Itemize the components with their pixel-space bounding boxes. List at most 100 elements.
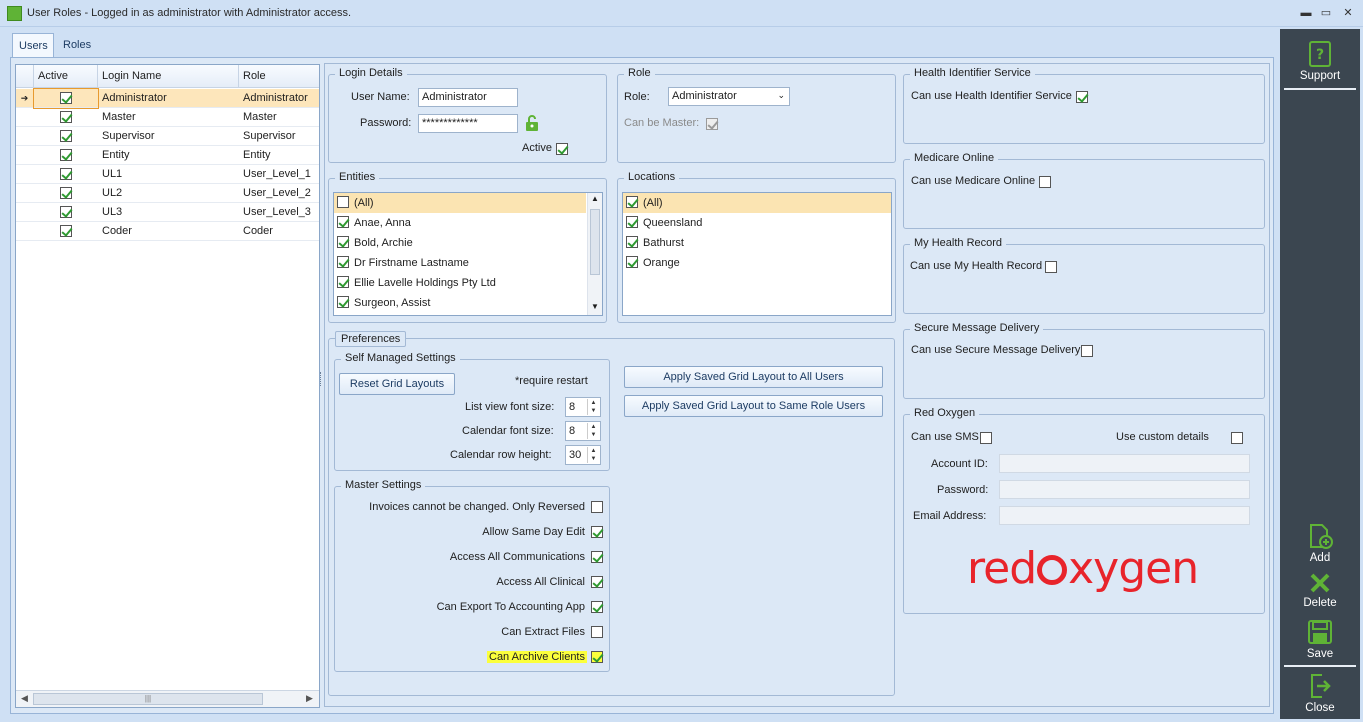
entity-list-item[interactable]: Anae, Anna [334,213,586,233]
location-list-item[interactable]: (All) [623,193,891,213]
his-checkbox[interactable] [1076,91,1088,104]
row-active-checkbox[interactable] [60,149,72,162]
entity-checkbox[interactable] [337,296,349,309]
spin-down-icon[interactable]: ▼ [588,455,599,463]
reset-grid-layouts-button[interactable]: Reset Grid Layouts [339,373,455,395]
master-setting-checkbox[interactable] [591,526,603,538]
scroll-thumb[interactable] [590,209,600,275]
master-setting-checkbox[interactable] [591,501,603,513]
row-active-cell[interactable] [34,165,98,184]
spin-down-icon[interactable]: ▼ [588,407,599,415]
table-row[interactable]: Coder Coder [16,222,319,241]
row-active-checkbox[interactable] [60,206,72,219]
entity-checkbox[interactable] [337,196,349,209]
table-row[interactable]: Supervisor Supervisor [16,127,319,146]
chevron-down-icon[interactable]: ⌄ [777,90,785,101]
spin-up-icon[interactable]: ▲ [588,399,599,407]
master-setting-checkbox[interactable] [591,551,603,563]
location-list-item[interactable]: Queensland [623,213,891,233]
active-checkbox[interactable] [556,143,568,156]
apply-layout-all-users-button[interactable]: Apply Saved Grid Layout to All Users [624,366,883,388]
entity-list-item[interactable]: Ellie Lavelle Holdings Pty Ltd [334,273,586,293]
splitter-grip[interactable] [320,372,323,386]
table-row[interactable]: Entity Entity [16,146,319,165]
row-active-checkbox[interactable] [60,92,72,105]
entity-list-item[interactable]: Dr Firstname Lastname [334,253,586,273]
row-active-checkbox[interactable] [60,130,72,143]
spin-up-icon[interactable]: ▲ [588,447,599,455]
email-address-input[interactable] [999,506,1250,525]
unlock-icon[interactable] [525,114,539,132]
medicare-checkbox[interactable] [1039,176,1051,189]
row-active-cell[interactable] [34,222,98,241]
close-window-button[interactable]: ✕ [1340,6,1356,20]
row-active-cell[interactable] [34,146,98,165]
scroll-thumb[interactable]: ||| [33,693,263,705]
account-id-input[interactable] [999,454,1250,473]
tab-users[interactable]: Users [12,33,54,58]
redox-password-input[interactable] [999,480,1250,499]
column-header-active[interactable]: Active [34,65,98,88]
calendar-row-height-stepper[interactable]: 30 ▲ ▼ [565,445,601,465]
row-active-cell[interactable] [34,108,98,127]
location-list-item[interactable]: Orange [623,253,891,273]
table-row[interactable]: Master Master [16,108,319,127]
password-input[interactable]: ************* [418,114,518,133]
location-checkbox[interactable] [626,236,638,249]
save-button[interactable]: Save [1280,619,1360,660]
role-select[interactable]: Administrator ⌄ [668,87,790,106]
location-checkbox[interactable] [626,216,638,229]
row-active-cell[interactable] [33,88,99,109]
column-header-role[interactable]: Role [239,65,319,88]
master-setting-checkbox[interactable] [591,576,603,588]
scroll-down-icon[interactable]: ▼ [591,302,599,311]
mhr-checkbox[interactable] [1045,261,1057,274]
location-checkbox[interactable] [626,196,638,209]
row-active-checkbox[interactable] [60,168,72,181]
entity-checkbox[interactable] [337,236,349,249]
horizontal-scrollbar[interactable]: ◀ ||| ▶ [16,690,319,707]
row-active-checkbox[interactable] [60,187,72,200]
apply-layout-same-role-button[interactable]: Apply Saved Grid Layout to Same Role Use… [624,395,883,417]
add-button[interactable]: Add [1280,523,1360,564]
custom-details-checkbox[interactable] [1231,432,1244,445]
spin-down-icon[interactable]: ▼ [588,431,599,439]
location-checkbox[interactable] [626,256,638,269]
user-name-input[interactable]: Administrator [418,88,518,107]
row-active-cell[interactable] [34,184,98,203]
entity-list-item[interactable]: (All) [334,193,586,213]
master-setting-checkbox[interactable] [591,626,603,638]
entity-list-item[interactable]: Bold, Archie [334,233,586,253]
scroll-left-icon[interactable]: ◀ [21,693,28,704]
can-be-master-checkbox[interactable] [706,118,718,131]
table-row[interactable]: UL1 User_Level_1 [16,165,319,184]
calendar-font-stepper[interactable]: 8 ▲ ▼ [565,421,601,441]
tab-roles[interactable]: Roles [57,33,97,58]
close-button[interactable]: Close [1280,673,1360,714]
table-row[interactable]: UL2 User_Level_2 [16,184,319,203]
entity-checkbox[interactable] [337,216,349,229]
sms-checkbox[interactable] [980,432,992,445]
row-active-checkbox[interactable] [60,225,72,238]
support-button[interactable]: ? Support [1280,41,1360,82]
location-list-item[interactable]: Bathurst [623,233,891,253]
entity-checkbox[interactable] [337,276,349,289]
scroll-right-icon[interactable]: ▶ [306,693,313,704]
column-header-login-name[interactable]: Login Name [98,65,239,88]
master-setting-checkbox[interactable] [591,601,603,613]
entity-list-item[interactable]: Surgeon, Assist [334,293,586,313]
maximize-button[interactable]: ▭ [1318,6,1334,20]
smd-checkbox[interactable] [1081,345,1093,358]
spin-up-icon[interactable]: ▲ [588,423,599,431]
scroll-up-icon[interactable]: ▲ [591,194,599,203]
entity-checkbox[interactable] [337,256,349,269]
row-active-cell[interactable] [34,203,98,222]
entities-scrollbar[interactable]: ▲ ▼ [587,193,602,315]
delete-button[interactable]: Delete [1280,572,1360,609]
list-font-stepper[interactable]: 8 ▲ ▼ [565,397,601,417]
table-row[interactable]: ➔ Administrator Administrator [16,88,319,109]
row-active-checkbox[interactable] [60,111,72,124]
minimize-button[interactable]: ▬ [1298,6,1314,20]
row-active-cell[interactable] [34,127,98,146]
master-setting-checkbox[interactable] [591,651,603,663]
